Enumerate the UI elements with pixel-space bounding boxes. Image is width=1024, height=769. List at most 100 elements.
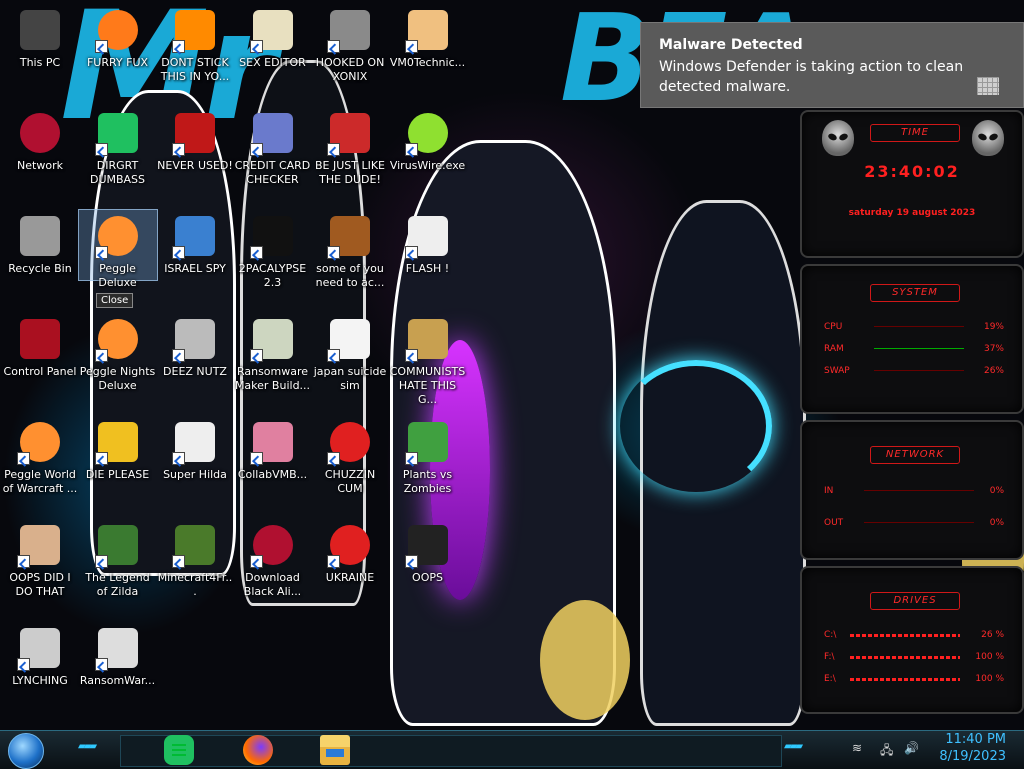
desktop-icon[interactable]: This PC: [1, 4, 79, 104]
desktop-icon[interactable]: Super Hilda: [156, 416, 234, 516]
desktop-icon-label: HOOKED ON XONIX: [315, 56, 385, 83]
row-value: 100 %: [975, 652, 1004, 662]
desktop-icon[interactable]: CollabVMB...: [234, 416, 312, 516]
desktop-icon[interactable]: japan suicide sim: [311, 313, 389, 413]
desktop-icon-label: Network: [17, 159, 63, 172]
desktop-icon[interactable]: Ransomware Maker Build...: [234, 313, 312, 413]
desktop-icon[interactable]: Minecraft4Fr...: [156, 519, 234, 619]
desktop-icon[interactable]: COMMUNISTS HATE THIS G...: [389, 313, 467, 413]
desktop-icon[interactable]: The Legend of Zilda: [79, 519, 157, 619]
desktop-icon-label: OOPS DID I DO THAT: [9, 571, 71, 598]
row-label: F:\: [824, 652, 835, 662]
row-label: IN: [824, 486, 834, 496]
shortcut-arrow-icon: [172, 143, 185, 156]
desktop-icon[interactable]: NEVER USED!: [156, 107, 234, 207]
time-gadget[interactable]: TIME 23:40:02 saturday 19 august 2023: [800, 110, 1024, 258]
gadget-row-e: E:\ 100 %: [824, 674, 1004, 684]
desktop-icon[interactable]: Download Black Ali...: [234, 519, 312, 619]
taskbar: ▰▰▰ ▰▰▰ ≋ 🖧 🔊 11:40 PM 8/19/2023: [0, 730, 1024, 769]
desktop-icon[interactable]: FURRY FUX: [79, 4, 157, 104]
wallpaper-star-character: [540, 600, 630, 720]
shortcut-arrow-icon: [327, 555, 340, 568]
desktop-icon[interactable]: ISRAEL SPY: [156, 210, 234, 310]
desktop-icon-label: The Legend of Zilda: [85, 571, 150, 598]
shortcut-arrow-icon: [94, 658, 108, 671]
desktop-icon-label: OOPS: [412, 571, 443, 584]
desktop-icon[interactable]: VM0Technic...: [389, 4, 467, 104]
shortcut-arrow-icon: [327, 246, 340, 259]
shortcut-arrow-icon: [404, 40, 418, 53]
row-value: 100 %: [975, 674, 1004, 684]
desktop-icon[interactable]: 2PACALYPSE 2.3: [234, 210, 312, 310]
desktop-icon[interactable]: DONT STICK THIS IN YO...: [156, 4, 234, 104]
row-label: RAM: [824, 344, 844, 354]
shortcut-arrow-icon: [404, 349, 418, 362]
row-label: C:\: [824, 630, 837, 640]
time-gadget-title: TIME: [870, 124, 960, 142]
desktop-icon[interactable]: Recycle Bin: [1, 210, 79, 310]
notification-toast[interactable]: Malware Detected Windows Defender is tak…: [640, 22, 1024, 108]
desktop-icon-label: BE JUST LIKE THE DUDE!: [314, 159, 386, 186]
shortcut-arrow-icon: [94, 349, 108, 362]
desktop-icon[interactable]: UKRAINE: [311, 519, 389, 619]
chat-lines: [172, 744, 186, 746]
desktop-icon-label: Peggle Nights Deluxe: [79, 365, 156, 392]
desktop-icon[interactable]: VirusWire.exe: [389, 107, 467, 207]
desktop-icon[interactable]: Peggle Nights Deluxe: [79, 313, 157, 413]
file-explorer-icon[interactable]: [320, 735, 350, 765]
desktop-icon-label: Minecraft4Fr...: [157, 571, 233, 598]
shortcut-arrow-icon: [249, 246, 263, 259]
desktop-icon[interactable]: DEEZ NUTZ: [156, 313, 234, 413]
desktop-icon[interactable]: Control Panel: [1, 313, 79, 413]
desktop-icon-label: FURRY FUX: [86, 56, 149, 69]
system-gadget[interactable]: SYSTEM CPU 19% RAM 37% SWAP 26%: [800, 264, 1024, 414]
drives-gadget[interactable]: DRIVES C:\ 26 % F:\ 100 % E:\ 100 %: [800, 566, 1024, 714]
network-gadget[interactable]: NETWORK IN 0% OUT 0%: [800, 420, 1024, 560]
shortcut-arrow-icon: [327, 349, 340, 362]
green-chat-icon[interactable]: [164, 735, 194, 765]
desktop-icon[interactable]: Peggle World of Warcraft ...: [1, 416, 79, 516]
desktop-icon[interactable]: CHUZZIN CUM: [311, 416, 389, 516]
desktop-icon[interactable]: Peggle Deluxe: [77, 209, 158, 289]
tray-expand-icon[interactable]: ≋: [852, 741, 868, 757]
desktop-icon-label: NEVER USED!: [157, 159, 233, 172]
desktop-icon-label: 2PACALYPSE 2.3: [238, 262, 307, 289]
row-value: 37%: [983, 344, 1004, 354]
row-label: SWAP: [824, 366, 850, 376]
desktop-icon[interactable]: CREDIT CARD CHECKER: [234, 107, 312, 207]
desktop-icon-label: CREDIT CARD CHECKER: [234, 159, 311, 186]
desktop-icon[interactable]: RansomWar...: [79, 622, 157, 722]
desktop-icon[interactable]: Plants vs Zombies: [389, 416, 467, 516]
tooltip: Close: [96, 293, 134, 308]
gadget-row-ram: RAM 37%: [824, 344, 1004, 354]
firefox-icon[interactable]: [243, 735, 273, 765]
clock-date: 8/19/2023: [939, 749, 1006, 764]
shortcut-arrow-icon: [249, 349, 263, 362]
desktop-icon-label: FLASH !: [405, 262, 450, 275]
desktop-icon-label: Super Hilda: [163, 468, 227, 481]
desktop-icon[interactable]: DIE PLEASE: [79, 416, 157, 516]
desktop-icon[interactable]: OOPS: [389, 519, 467, 619]
desktop-icon-label: DIE PLEASE: [85, 468, 150, 481]
volume-icon[interactable]: 🔊: [904, 741, 920, 757]
desktop-icon[interactable]: LYNCHING: [1, 622, 79, 722]
desktop-icon[interactable]: FLASH !: [389, 210, 467, 310]
shortcut-arrow-icon: [17, 658, 30, 671]
desktop-icon-label: Peggle World of Warcraft ...: [2, 468, 78, 495]
shortcut-arrow-icon: [172, 349, 185, 362]
desktop-icon[interactable]: Network: [1, 107, 79, 207]
desktop-icon-label: ISRAEL SPY: [164, 262, 226, 275]
desktop-icon-label: Peggle Deluxe: [98, 262, 137, 289]
desktop-icon[interactable]: DIRGRT DUMBASS: [79, 107, 157, 207]
notification-message: Windows Defender is taking action to cle…: [659, 59, 964, 95]
shortcut-arrow-icon: [172, 246, 185, 259]
start-button[interactable]: [8, 733, 44, 769]
desktop-icon[interactable]: some of you need to ac...: [311, 210, 389, 310]
system-gadget-title: SYSTEM: [870, 284, 960, 302]
taskbar-clock[interactable]: 11:40 PM 8/19/2023: [939, 731, 1006, 765]
desktop-icon[interactable]: HOOKED ON XONIX: [311, 4, 389, 104]
network-tray-icon[interactable]: 🖧: [880, 741, 896, 757]
desktop-icon[interactable]: BE JUST LIKE THE DUDE!: [311, 107, 389, 207]
desktop-icon[interactable]: OOPS DID I DO THAT: [1, 519, 79, 619]
desktop-icon[interactable]: SEX EDITOR: [234, 4, 312, 104]
